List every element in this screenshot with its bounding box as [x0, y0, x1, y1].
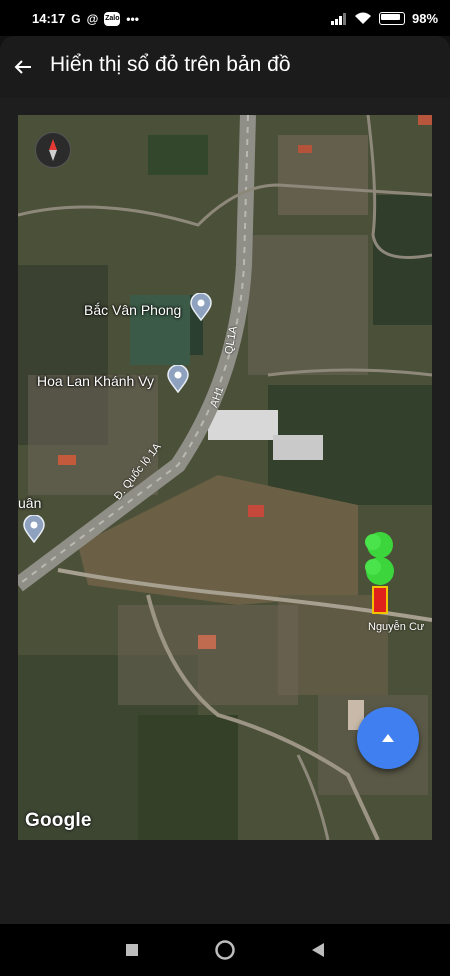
- battery-level: 98%: [411, 11, 438, 26]
- battery-icon: [378, 12, 405, 25]
- home-icon: [215, 940, 235, 960]
- place-label[interactable]: Hoa Lan Khánh Vy: [37, 373, 154, 389]
- recents-button[interactable]: [120, 938, 144, 962]
- page-title: Hiển thị sổ đỏ trên bản đồ: [50, 53, 291, 76]
- land-plot-marker[interactable]: [359, 529, 401, 615]
- recents-icon: [126, 944, 138, 956]
- road-label: Nguyễn Cư: [368, 621, 425, 633]
- google-icon: G: [71, 11, 81, 26]
- status-time: 14:17: [32, 11, 66, 26]
- status-bar: 14:17 G @ Zalo ••• 98%: [0, 0, 450, 36]
- system-nav-bar: [0, 924, 450, 976]
- place-pin-icon[interactable]: [190, 293, 212, 321]
- compass-icon: [49, 139, 57, 161]
- back-icon: [312, 943, 324, 957]
- place-label[interactable]: uân: [18, 495, 41, 511]
- place-pin-icon[interactable]: [167, 365, 189, 393]
- place-label[interactable]: Bắc Vân Phong: [84, 302, 181, 318]
- arrow-left-icon: [14, 60, 31, 74]
- back-button[interactable]: [6, 50, 40, 84]
- nav-back-button[interactable]: [306, 938, 330, 962]
- compass-button[interactable]: [35, 132, 71, 168]
- wifi-icon: [354, 12, 371, 24]
- place-pin-icon[interactable]: [23, 515, 45, 543]
- map-view[interactable]: Bắc Vân Phong Hoa Lan Khánh Vy uân Đ. Qu…: [18, 115, 432, 840]
- messenger-icon: @: [86, 11, 99, 26]
- home-button[interactable]: [213, 938, 237, 962]
- signal-icon: [330, 12, 346, 25]
- navigation-arrow-icon: [382, 734, 394, 742]
- google-logo: Google: [25, 810, 92, 831]
- zalo-icon: Zalo: [104, 11, 121, 26]
- more-icon: •••: [126, 11, 139, 26]
- navigate-fab-button[interactable]: [357, 707, 419, 769]
- app-bar: Hiển thị sổ đỏ trên bản đồ: [0, 36, 450, 99]
